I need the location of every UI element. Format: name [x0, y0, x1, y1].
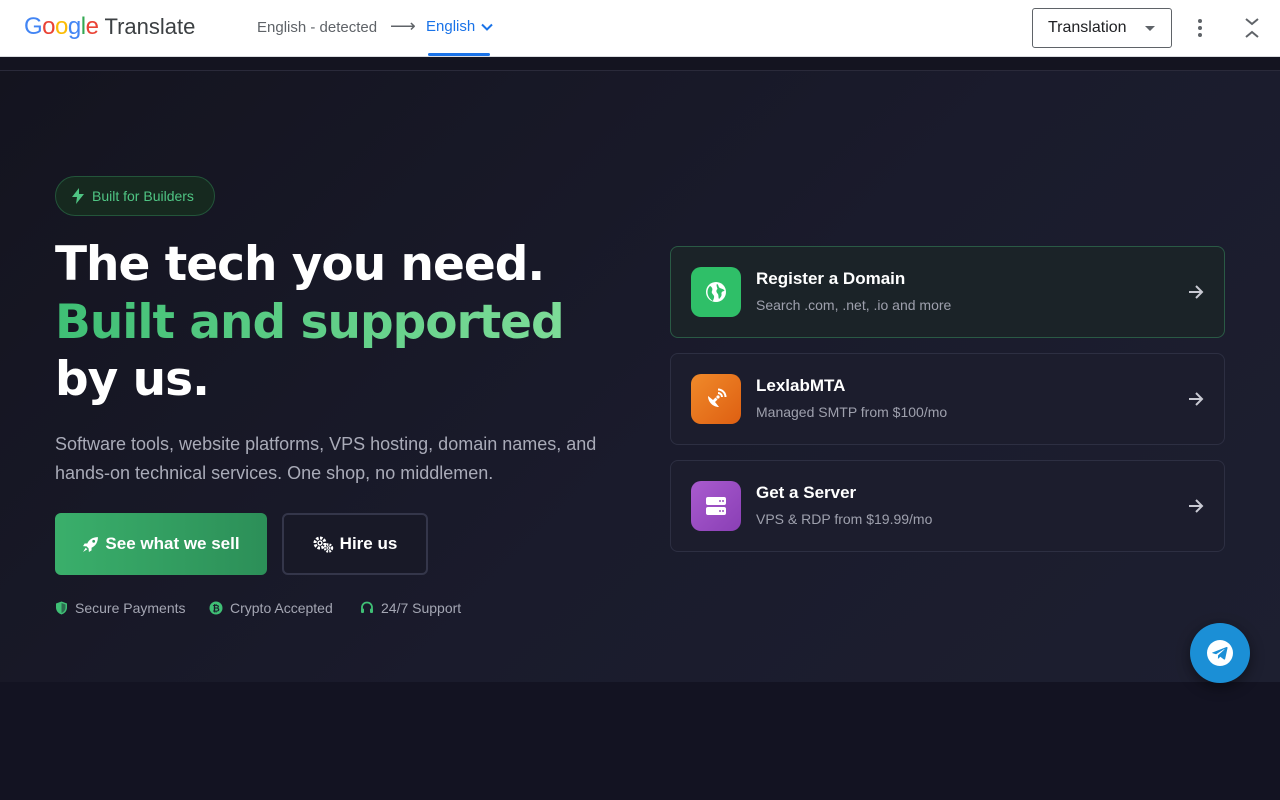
card-description: Managed SMTP from $100/mo — [756, 404, 948, 420]
trust-label: Crypto Accepted — [230, 600, 333, 616]
target-language-label: English — [426, 18, 476, 35]
source-language-tab[interactable]: English - detected — [257, 19, 377, 36]
arrow-right-icon — [1189, 392, 1204, 406]
satellite-dish-icon — [691, 374, 741, 424]
trust-item-secure-payments: Secure Payments — [55, 600, 186, 616]
more-options-icon[interactable] — [1188, 14, 1212, 42]
card-title: Register a Domain — [756, 269, 906, 288]
globe-icon — [691, 267, 741, 317]
headline-line2: Built and supported by us. — [55, 294, 635, 409]
trust-label: Secure Payments — [75, 600, 186, 616]
gears-icon — [313, 536, 333, 553]
headset-icon — [361, 601, 373, 613]
dropdown-caret-icon — [1145, 26, 1155, 31]
shield-icon — [56, 601, 67, 615]
svg-text:₿: ₿ — [212, 604, 219, 614]
site-nav-strip — [0, 57, 1280, 71]
arrow-right-icon: ⟶ — [390, 16, 416, 36]
translate-toolbar: G o o g l e Translate English - detected… — [0, 0, 1280, 57]
collapse-icon[interactable] — [1240, 14, 1264, 42]
headline-rest-text: by us. — [55, 352, 210, 407]
hero-headline: The tech you need. Built and supported b… — [55, 236, 635, 409]
headline-line1: The tech you need. — [55, 237, 545, 292]
built-for-builders-badge: Built for Builders — [55, 176, 215, 216]
telegram-icon — [1207, 640, 1233, 666]
target-language-tab[interactable]: English — [426, 18, 493, 35]
translation-mode-value: Translation — [1048, 19, 1127, 36]
logo-letter: G — [24, 13, 43, 40]
logo-letter: o — [42, 13, 56, 40]
telegram-chat-button[interactable] — [1190, 623, 1250, 683]
trust-item-support: 24/7 Support — [360, 600, 461, 616]
trust-item-crypto: ₿ Crypto Accepted — [209, 600, 333, 616]
secondary-button-label: Hire us — [339, 534, 398, 553]
card-title: LexlabMTA — [756, 376, 846, 395]
google-translate-logo[interactable]: G o o g l e Translate — [24, 13, 195, 43]
card-title: Get a Server — [756, 483, 857, 502]
trust-label: 24/7 Support — [381, 600, 462, 616]
primary-button-label: See what we sell — [105, 534, 240, 553]
card-register-domain[interactable]: Register a Domain Search .com, .net, .io… — [670, 246, 1225, 338]
logo-letter: g — [67, 13, 81, 40]
bitcoin-icon: ₿ — [209, 601, 223, 615]
chevron-down-icon — [481, 23, 493, 31]
card-description: VPS & RDP from $19.99/mo — [756, 511, 933, 527]
logo-word: Translate — [104, 14, 196, 39]
headline-green-text: Built and supported — [55, 294, 565, 350]
card-description: Search .com, .net, .io and more — [756, 297, 952, 313]
logo-letter: o — [55, 13, 68, 40]
logo-letter: e — [85, 13, 99, 40]
card-get-server[interactable]: Get a Server VPS & RDP from $19.99/mo — [670, 460, 1225, 552]
lightning-icon — [72, 188, 84, 204]
hero-subtitle: Software tools, website platforms, VPS h… — [55, 434, 597, 483]
card-lexlabmta[interactable]: LexlabMTA Managed SMTP from $100/mo — [670, 353, 1225, 445]
badge-label: Built for Builders — [92, 188, 194, 204]
translation-mode-select[interactable]: Translation — [1032, 8, 1172, 48]
arrow-right-icon — [1189, 285, 1204, 299]
rocket-icon — [83, 536, 99, 552]
hire-us-button[interactable]: Hire us — [282, 513, 428, 575]
below-hero-section — [0, 682, 1280, 800]
server-icon — [691, 481, 741, 531]
arrow-right-icon — [1189, 499, 1204, 513]
active-tab-indicator — [428, 53, 490, 56]
see-what-we-sell-button[interactable]: See what we sell — [55, 513, 267, 575]
